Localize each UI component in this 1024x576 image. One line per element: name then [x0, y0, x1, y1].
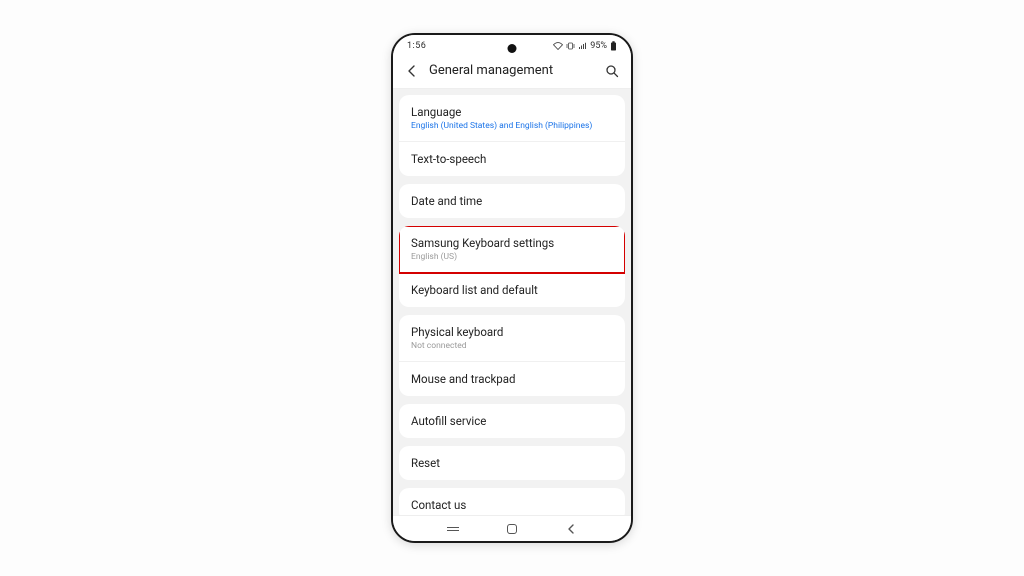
item-label: Date and time [411, 194, 613, 208]
item-label: Mouse and trackpad [411, 372, 613, 386]
status-bar: 1:56 95% [393, 35, 631, 57]
settings-group: Physical keyboard Not connected Mouse an… [399, 315, 625, 396]
settings-group: Reset [399, 446, 625, 480]
item-reset[interactable]: Reset [399, 446, 625, 480]
item-label: Language [411, 105, 613, 119]
item-label: Contact us [411, 498, 613, 512]
status-time: 1:56 [407, 41, 426, 51]
settings-group: Date and time [399, 184, 625, 218]
settings-group: Language English (United States) and Eng… [399, 95, 625, 176]
back-nav-button[interactable] [565, 523, 577, 535]
battery-percent: 95% [590, 41, 607, 51]
phone-frame: 1:56 95% General manag [391, 33, 633, 543]
item-subtitle: English (United States) and English (Phi… [411, 121, 613, 131]
search-button[interactable] [601, 64, 619, 78]
item-language[interactable]: Language English (United States) and Eng… [399, 95, 625, 142]
item-samsung-keyboard-settings[interactable]: Samsung Keyboard settings English (US) [399, 226, 625, 273]
navigation-bar [393, 515, 631, 541]
item-text-to-speech[interactable]: Text-to-speech [399, 142, 625, 176]
item-label: Samsung Keyboard settings [411, 236, 613, 250]
status-right: 95% [553, 41, 617, 51]
screen: 1:56 95% General manag [393, 35, 631, 541]
page-title: General management [423, 63, 601, 78]
search-icon [605, 64, 619, 78]
back-button[interactable] [405, 64, 423, 78]
settings-list[interactable]: Language English (United States) and Eng… [393, 89, 631, 515]
item-mouse-and-trackpad[interactable]: Mouse and trackpad [399, 362, 625, 396]
item-subtitle: English (US) [411, 252, 613, 262]
vibrate-icon [566, 42, 575, 50]
item-physical-keyboard[interactable]: Physical keyboard Not connected [399, 315, 625, 362]
settings-group: Contact us [399, 488, 625, 515]
item-label: Autofill service [411, 414, 613, 428]
item-label: Keyboard list and default [411, 283, 613, 297]
item-keyboard-list-and-default[interactable]: Keyboard list and default [399, 273, 625, 307]
page-header: General management [393, 57, 631, 89]
item-subtitle: Not connected [411, 341, 613, 351]
item-date-and-time[interactable]: Date and time [399, 184, 625, 218]
chevron-left-icon [565, 523, 577, 535]
signal-icon [578, 42, 587, 50]
battery-icon [610, 41, 617, 51]
settings-group: Autofill service [399, 404, 625, 438]
item-label: Text-to-speech [411, 152, 613, 166]
recents-button[interactable] [447, 527, 459, 531]
home-button[interactable] [507, 524, 517, 534]
item-label: Physical keyboard [411, 325, 613, 339]
settings-group: Samsung Keyboard settings English (US) K… [399, 226, 625, 307]
item-contact-us[interactable]: Contact us [399, 488, 625, 515]
item-autofill-service[interactable]: Autofill service [399, 404, 625, 438]
chevron-left-icon [405, 64, 419, 78]
item-label: Reset [411, 456, 613, 470]
wifi-icon [553, 42, 563, 50]
